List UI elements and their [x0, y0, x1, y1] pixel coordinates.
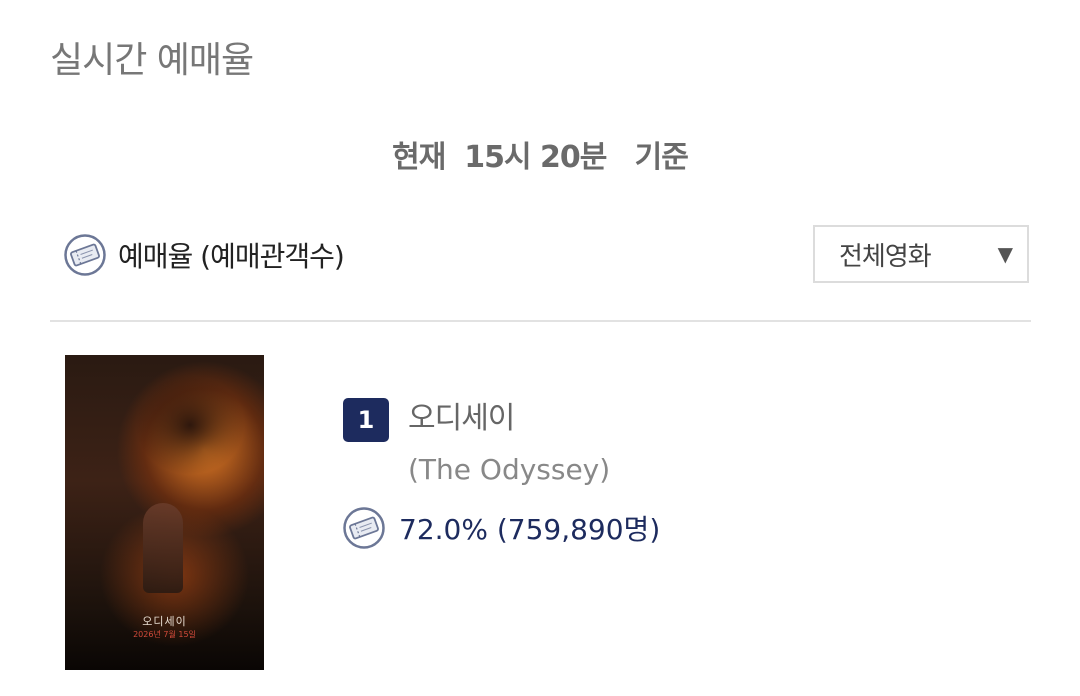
rate-header: 예매율 (예매관객수): [64, 232, 345, 278]
chevron-down-icon: ▼: [997, 242, 1013, 266]
update-time: 현재 15시 20분 기준: [392, 140, 689, 175]
page-title: 실시간 예매율: [50, 40, 254, 81]
poster-title: 오디세이: [142, 615, 187, 628]
movie-filter-selected: 전체영화: [839, 241, 932, 272]
movie-title[interactable]: 오디세이: [408, 396, 515, 442]
rate-header-label: 예매율 (예매관객수): [118, 240, 345, 273]
movie-filter-select[interactable]: 전체영화 ▼: [813, 225, 1029, 283]
ticket-icon: [64, 234, 106, 276]
ticket-icon: [343, 507, 385, 549]
movie-rate: 72.0% (759,890명): [343, 506, 660, 550]
poster-subtitle: 2026년 7월 15일: [133, 630, 196, 639]
divider: [50, 320, 1031, 322]
movie-original-title: (The Odyssey): [408, 453, 611, 486]
poster-horse-shape: [135, 375, 245, 475]
poster-figure-shape: [143, 503, 183, 593]
movie-rate-text: 72.0% (759,890명): [399, 513, 661, 546]
movie-poster[interactable]: 오디세이 2026년 7월 15일: [65, 355, 264, 670]
rank-badge: 1: [343, 398, 389, 442]
